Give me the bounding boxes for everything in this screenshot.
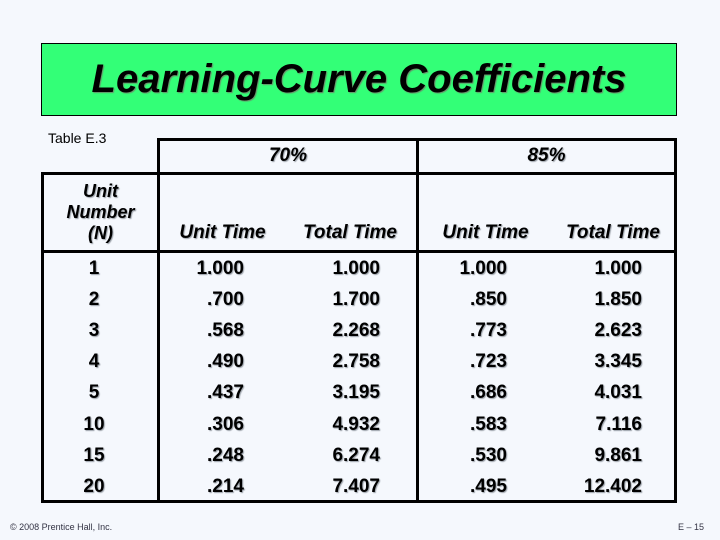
cell-total-time-85: 1.000 [594, 258, 642, 279]
header-unit-time-85: Unit Time [442, 222, 529, 243]
cell-total-time-85: 1.850 [594, 289, 642, 311]
cell-unit-time-85: .686 [470, 382, 507, 404]
cell-total-time-70: 4.932 [332, 413, 380, 435]
cell-unit-time-85: .583 [470, 413, 507, 435]
cell-total-time-70: 3.195 [332, 382, 380, 404]
table-border-right [674, 138, 677, 503]
title-box: Learning-Curve Coefficients [41, 43, 677, 116]
group-divider [416, 138, 419, 503]
header-total-time-70: Total Time [303, 222, 397, 243]
cell-total-time-70: 2.758 [332, 351, 380, 373]
cell-total-time-85: 2.623 [594, 320, 642, 342]
cell-unit-time-70: .490 [207, 351, 244, 373]
cell-total-time-70: 7.407 [332, 475, 380, 497]
cell-unit-time-70: .437 [207, 382, 244, 404]
cell-unit-time-70: .306 [207, 413, 244, 435]
cell-unit-number: 3 [88, 320, 100, 342]
cell-unit-number: 5 [88, 382, 100, 404]
copyright-footer: © 2008 Prentice Hall, Inc. [10, 522, 113, 532]
cell-total-time-85: 7.116 [595, 413, 643, 435]
group-header-divider [41, 172, 677, 175]
cell-total-time-85: 12.402 [583, 475, 642, 497]
cell-unit-time-70: .214 [207, 475, 244, 497]
cell-total-time-70: 1.000 [332, 258, 380, 279]
cell-unit-time-85: .850 [470, 289, 507, 311]
group-header-70: 70% [268, 145, 308, 166]
cell-unit-number: 1 [88, 258, 100, 279]
cell-unit-time-85: .773 [470, 320, 507, 342]
cell-unit-time-85: 1.000 [459, 258, 507, 279]
cell-unit-time-70: .568 [207, 320, 244, 342]
header-unit-number-line3: (N) [88, 223, 113, 243]
cell-unit-time-85: .495 [470, 475, 507, 497]
cell-unit-time-70: 1.000 [196, 258, 244, 279]
header-unit-time-70: Unit Time [179, 222, 266, 243]
cell-total-time-85: 9.861 [594, 444, 642, 466]
group-header-85: 85% [527, 145, 566, 166]
cell-unit-time-70: .248 [207, 444, 244, 466]
cell-unit-time-70: .700 [207, 289, 244, 311]
unit-number-divider [157, 138, 160, 503]
cell-unit-number: 4 [88, 351, 100, 373]
cell-unit-time-85: .723 [470, 351, 507, 373]
header-unit-number-line1: Unit [83, 181, 118, 201]
cell-unit-number: 10 [83, 413, 105, 435]
page-number: E – 15 [678, 522, 705, 532]
header-unit-number-line2: Number [66, 202, 135, 222]
cell-total-time-70: 1.700 [332, 289, 380, 311]
slide-title: Learning-Curve Coefficients [91, 57, 627, 101]
cell-unit-number: 20 [83, 475, 105, 497]
cell-total-time-70: 2.268 [332, 320, 380, 342]
cell-total-time-85: 4.031 [594, 382, 642, 404]
header-total-time-85: Total Time [566, 222, 660, 243]
cell-unit-number: 2 [88, 289, 100, 311]
table-label: Table E.3 [48, 130, 107, 146]
cell-unit-number: 15 [83, 444, 105, 466]
cell-total-time-70: 6.274 [332, 444, 380, 466]
cell-total-time-85: 3.345 [594, 351, 642, 373]
cell-unit-time-85: .530 [470, 444, 507, 466]
header-unit-number: Unit Number (N) [44, 181, 157, 244]
